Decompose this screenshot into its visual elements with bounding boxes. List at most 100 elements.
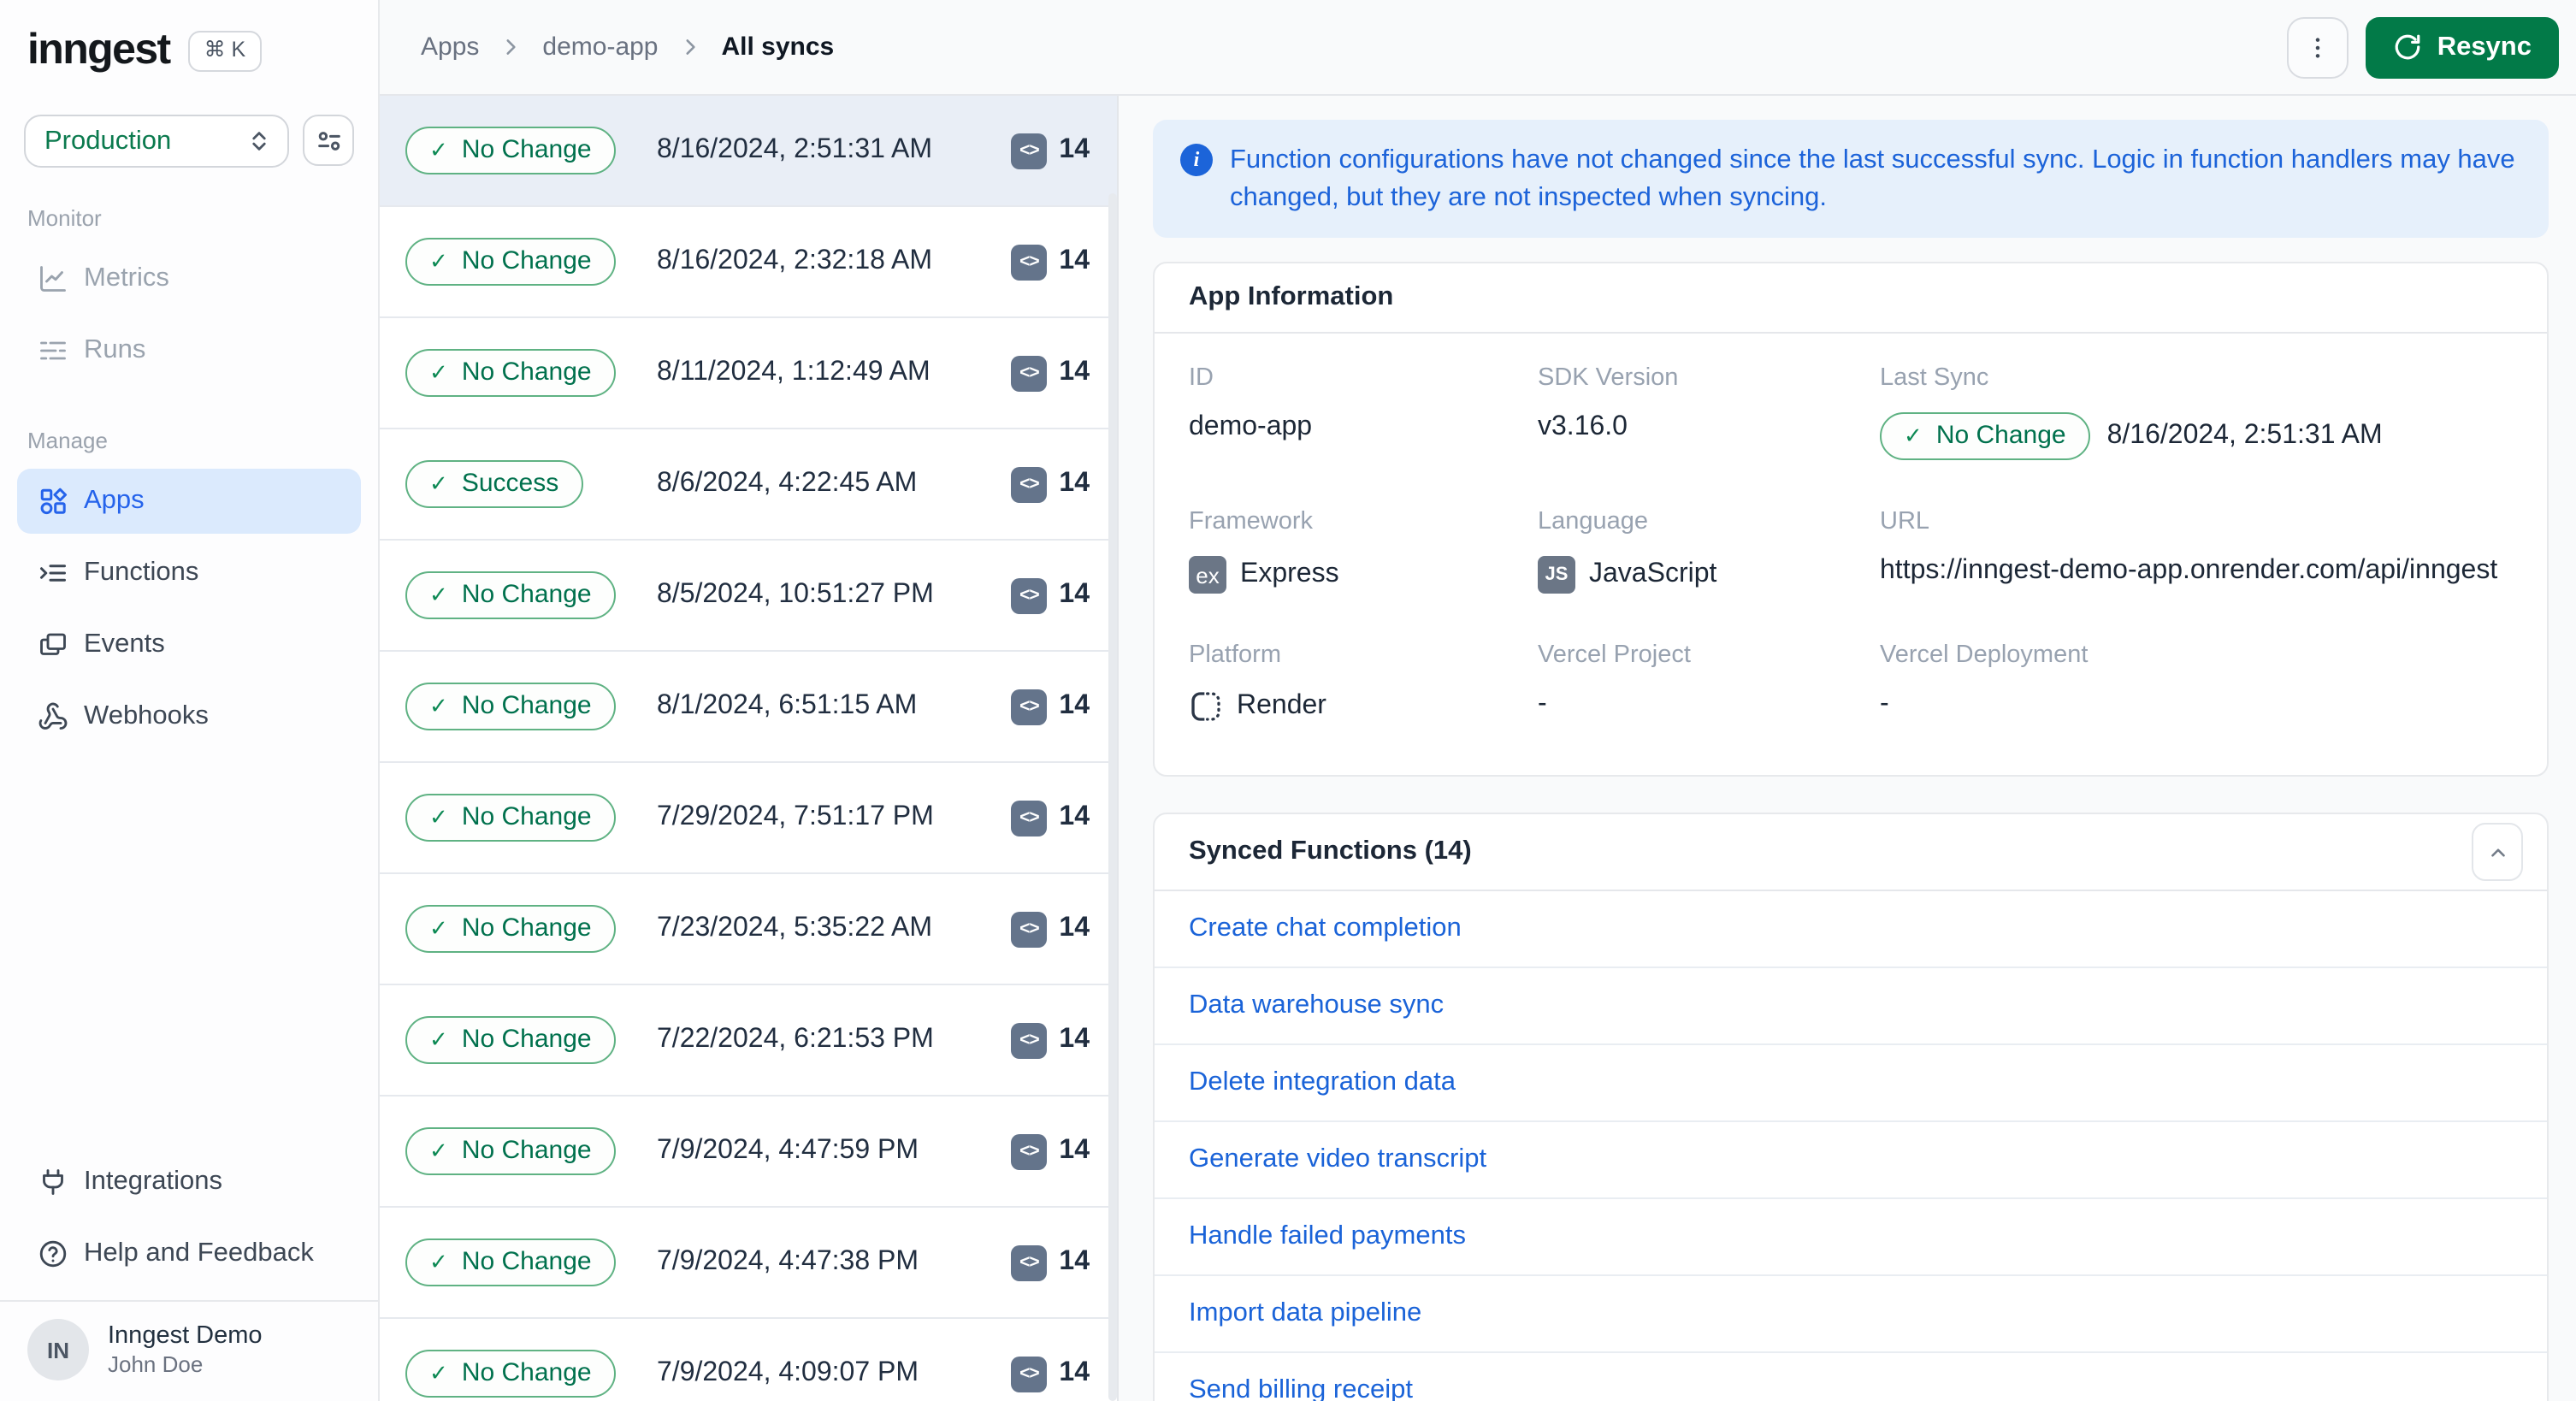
- sidebar-item-runs[interactable]: Runs: [17, 318, 361, 383]
- sync-row[interactable]: ✓ No Change 8/11/2024, 1:12:49 AM <> 14: [380, 318, 1117, 429]
- code-icon: <>: [1011, 577, 1048, 613]
- check-icon: ✓: [429, 803, 448, 829]
- check-icon: ✓: [429, 1137, 448, 1162]
- sidebar-item-events[interactable]: Events: [17, 612, 361, 677]
- synced-functions-header: Synced Functions (14): [1155, 815, 2547, 892]
- sync-function-count: 14: [1059, 358, 1090, 387]
- sync-timestamp: 8/16/2024, 2:32:18 AM: [657, 246, 933, 275]
- function-link[interactable]: Import data pipeline: [1189, 1299, 1421, 1330]
- sliders-icon: [314, 126, 343, 155]
- user-name: John Doe: [108, 1351, 204, 1377]
- info-banner: i Function configurations have not chang…: [1153, 120, 2549, 239]
- sidebar-section-manage: Manage Apps Functions Events Webhooks: [0, 428, 378, 756]
- more-options-button[interactable]: [2286, 16, 2349, 78]
- sync-status-badge: ✓ No Change: [405, 238, 616, 286]
- field-platform: Platform Render: [1189, 642, 1538, 724]
- topbar: Apps demo-app All syncs Resync: [380, 0, 2576, 96]
- function-link[interactable]: Delete integration data: [1189, 1068, 1456, 1099]
- environment-select-value: Production: [44, 126, 172, 155]
- info-banner-text: Function configurations have not changed…: [1230, 145, 2515, 212]
- sync-status-badge: ✓ Success: [405, 460, 583, 508]
- function-link[interactable]: Send billing receipt: [1189, 1376, 1413, 1401]
- sync-row[interactable]: ✓ No Change 7/9/2024, 4:47:38 PM <> 14: [380, 1208, 1117, 1319]
- check-icon: ✓: [429, 914, 448, 940]
- avatar: IN: [27, 1319, 89, 1380]
- apps-shapes-icon: [38, 486, 68, 517]
- check-icon: ✓: [1904, 422, 1923, 448]
- code-icon: <>: [1011, 800, 1048, 836]
- environment-filter-button[interactable]: [303, 115, 354, 166]
- breadcrumb-demo-app[interactable]: demo-app: [542, 33, 658, 62]
- render-icon: [1189, 690, 1223, 724]
- inngest-dashboard: inngest ⌘ K Production Monitor Metrics R…: [0, 0, 2576, 1401]
- sync-status-badge: ✓ No Change: [405, 683, 616, 730]
- user-org-name: Inngest Demo: [108, 1321, 263, 1350]
- logo-row: inngest ⌘ K: [0, 0, 378, 75]
- sync-function-count: 14: [1059, 1247, 1090, 1276]
- sidebar-item-help-feedback[interactable]: Help and Feedback: [17, 1221, 361, 1286]
- sync-function-count: 14: [1059, 469, 1090, 498]
- sidebar: inngest ⌘ K Production Monitor Metrics R…: [0, 0, 380, 1401]
- sync-row[interactable]: ✓ Success 8/6/2024, 4:22:45 AM <> 14: [380, 429, 1117, 541]
- function-link[interactable]: Handle failed payments: [1189, 1222, 1466, 1253]
- function-link[interactable]: Create chat completion: [1189, 914, 1462, 945]
- resync-button[interactable]: Resync: [2365, 16, 2559, 78]
- sidebar-item-metrics[interactable]: Metrics: [17, 246, 361, 311]
- last-sync-status-badge: ✓ No Change: [1880, 412, 2090, 461]
- sync-row[interactable]: ✓ No Change 7/9/2024, 4:09:07 PM <> 14: [380, 1319, 1117, 1401]
- environment-select[interactable]: Production: [24, 115, 289, 168]
- app-information-body: ID demo-app SDK Version v3.16.0 Last Syn…: [1155, 334, 2547, 776]
- sync-row[interactable]: ✓ No Change 8/5/2024, 10:51:27 PM <> 14: [380, 541, 1117, 652]
- function-row: Import data pipeline: [1155, 1277, 2547, 1354]
- sync-row[interactable]: ✓ No Change 8/1/2024, 6:51:15 AM <> 14: [380, 652, 1117, 763]
- sidebar-section-monitor: Monitor Metrics Runs: [0, 205, 378, 390]
- sidebar-item-apps[interactable]: Apps: [17, 469, 361, 534]
- sync-timestamp: 7/9/2024, 4:09:07 PM: [657, 1358, 919, 1387]
- code-icon: <>: [1011, 355, 1048, 391]
- function-row: Create chat completion: [1155, 892, 2547, 969]
- sync-row[interactable]: ✓ No Change 7/23/2024, 5:35:22 AM <> 14: [380, 874, 1117, 985]
- sync-row[interactable]: ✓ No Change 7/22/2024, 6:21:53 PM <> 14: [380, 985, 1117, 1097]
- sync-list-scrollbar[interactable]: [1108, 193, 1117, 1401]
- sync-row[interactable]: ✓ No Change 8/16/2024, 2:32:18 AM <> 14: [380, 207, 1117, 318]
- sidebar-item-functions[interactable]: Functions: [17, 541, 361, 606]
- webhook-icon: [38, 701, 68, 732]
- windows-stack-icon: [38, 630, 68, 660]
- sync-list: ✓ No Change 8/16/2024, 2:51:31 AM <> 14 ✓ N…: [380, 96, 1119, 1401]
- content: ✓ No Change 8/16/2024, 2:51:31 AM <> 14 ✓ N…: [380, 96, 2576, 1401]
- app-information-header: App Information: [1155, 264, 2547, 334]
- sidebar-item-label: Functions: [84, 558, 199, 587]
- check-icon: ✓: [429, 247, 448, 273]
- sync-status-badge: ✓ No Change: [405, 1016, 616, 1064]
- synced-functions-card: Synced Functions (14) Create chat comple…: [1153, 813, 2549, 1401]
- sidebar-item-integrations[interactable]: Integrations: [17, 1150, 361, 1215]
- breadcrumb-all-syncs: All syncs: [721, 33, 835, 62]
- sync-function-count: 14: [1059, 135, 1090, 164]
- sync-timestamp: 8/5/2024, 10:51:27 PM: [657, 580, 934, 609]
- sync-row[interactable]: ✓ No Change 7/29/2024, 7:51:17 PM <> 14: [380, 763, 1117, 874]
- command-k-shortcut[interactable]: ⌘ K: [188, 30, 262, 71]
- sync-status-badge: ✓ No Change: [405, 905, 616, 953]
- sync-row[interactable]: ✓ No Change 8/16/2024, 2:51:31 AM <> 14: [380, 96, 1117, 207]
- sync-function-count: 14: [1059, 913, 1090, 943]
- sync-row[interactable]: ✓ No Change 7/9/2024, 4:47:59 PM <> 14: [380, 1097, 1117, 1208]
- function-link[interactable]: Data warehouse sync: [1189, 991, 1444, 1022]
- sync-status-badge: ✓ No Change: [405, 1127, 616, 1175]
- code-icon: <>: [1011, 1244, 1048, 1280]
- code-icon: <>: [1011, 1022, 1048, 1058]
- collapse-button[interactable]: [2472, 823, 2523, 882]
- breadcrumb-apps[interactable]: Apps: [421, 33, 479, 62]
- sidebar-item-label: Help and Feedback: [84, 1238, 314, 1268]
- sidebar-item-label: Apps: [84, 486, 145, 515]
- topbar-actions: Resync: [2286, 16, 2559, 78]
- check-icon: ✓: [429, 136, 448, 162]
- chevron-up-icon: [2486, 842, 2508, 864]
- field-vercel-project: Vercel Project -: [1538, 641, 1691, 719]
- chevron-right-icon: [679, 36, 701, 58]
- user-menu[interactable]: IN Inngest Demo John Doe: [0, 1302, 378, 1401]
- sync-function-count: 14: [1059, 691, 1090, 720]
- sidebar-item-webhooks[interactable]: Webhooks: [17, 684, 361, 749]
- sync-status-badge: ✓ No Change: [405, 1238, 616, 1286]
- breadcrumb: Apps demo-app All syncs: [421, 33, 834, 62]
- function-link[interactable]: Generate video transcript: [1189, 1145, 1486, 1176]
